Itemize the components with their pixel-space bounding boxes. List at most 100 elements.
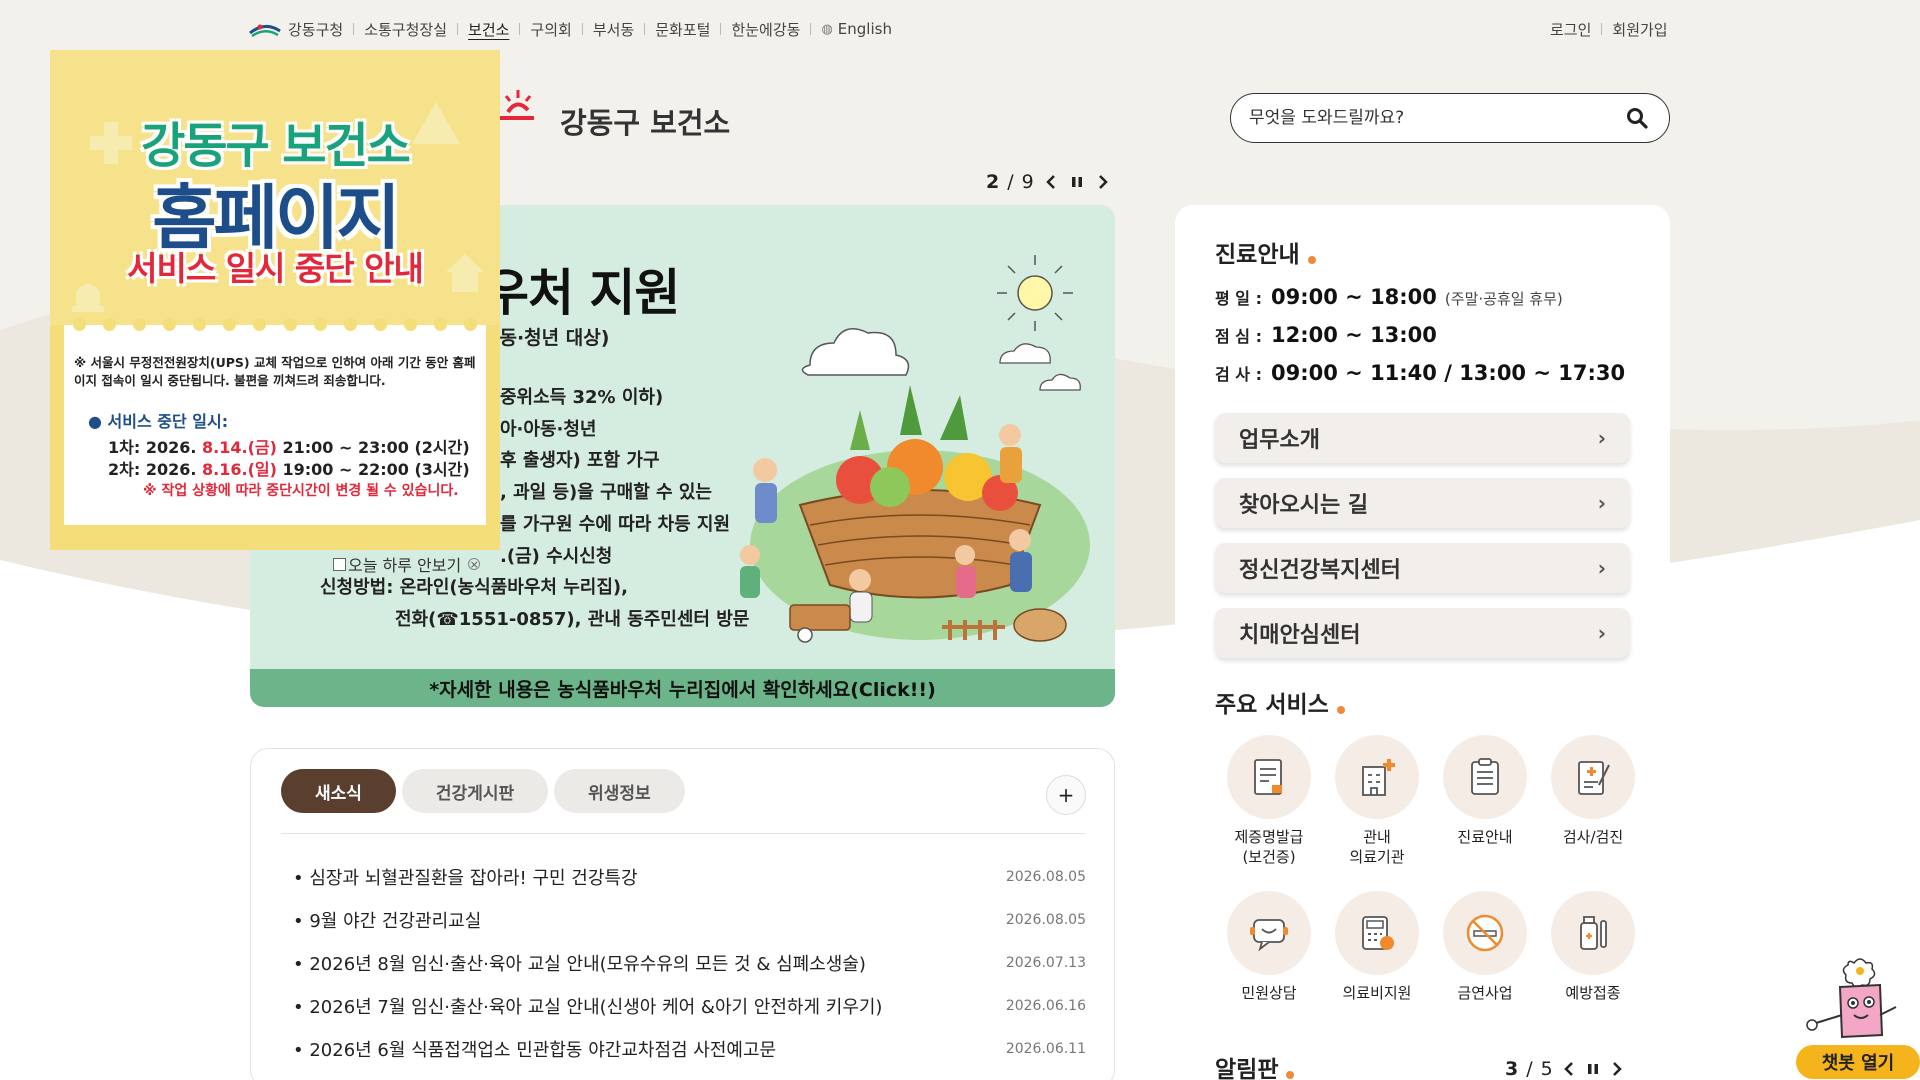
chatbot-mascot-icon (1806, 958, 1897, 1039)
search-button[interactable] (1623, 104, 1651, 132)
tab-news[interactable]: 새소식 (281, 769, 396, 813)
link-mental-health-center[interactable]: 정신건강복지센터 › (1215, 543, 1630, 593)
gangdong-logo-icon (249, 24, 281, 38)
topnav-english[interactable]: English (838, 20, 892, 38)
service-certificate[interactable]: 제증명발급 (보건증) (1215, 735, 1323, 867)
chevron-right-icon (1612, 1062, 1622, 1076)
hours-value: 12:00 ~ 13:00 (1271, 323, 1437, 347)
health-center-logo-icon[interactable] (494, 86, 540, 122)
topnav-health-center[interactable]: 보건소 (468, 19, 509, 40)
news-list-item[interactable]: 2026년 8월 임신·출산·육아 교실 안내(모유수유의 모든 것 & 심폐소… (293, 941, 1086, 984)
service-interruption-popup[interactable]: 강동구 보건소 홈페이지 서비스 일시 중단 안내 ※ 서울시 무정전전원장치(… (50, 50, 500, 550)
news-item-title: 2026년 6월 식품접객업소 민관합동 야간교차점검 사전예고문 (293, 1036, 776, 1062)
slide-prev-button[interactable] (1042, 172, 1060, 192)
link-business-intro[interactable]: 업무소개 › (1215, 413, 1630, 463)
link-dementia-center[interactable]: 치매안심센터 › (1215, 608, 1630, 658)
clipboard-icon (1471, 758, 1499, 795)
notice-current: 3 (1505, 1058, 1519, 1080)
notice-next-button[interactable] (1609, 1062, 1625, 1076)
topnav-departments[interactable]: 부서동 (593, 19, 634, 40)
chevron-right-icon: › (1597, 621, 1606, 645)
tab-health-board[interactable]: 건강게시판 (401, 769, 549, 813)
topnav-mayor-office[interactable]: 소통구청장실 (364, 19, 447, 40)
service-label: 진료안내 (1457, 828, 1513, 846)
service-local-hospitals[interactable]: 관내 의료기관 (1323, 735, 1431, 867)
banner-line: 를 가구원 수에 따라 차등 지원 (500, 514, 731, 535)
hours-heading: 진료안내 (1215, 235, 1316, 269)
hours-row: 점 심 : 12:00 ~ 13:00 (1215, 323, 1625, 361)
notice-slider-controls: 3 / 5 (1505, 1058, 1625, 1080)
news-list-item[interactable]: 심장과 뇌혈관질환을 잡아라! 구민 건강특강 2026.08.05 (293, 855, 1086, 898)
banner-line: 전화(☎1551-0857), 관내 동주민센터 방문 (395, 609, 750, 630)
info-panel: 진료안내 평 일 : 09:00 ~ 18:00 (주말·공휴일 휴무) 점 심… (1175, 205, 1670, 1080)
popup-slot-2-date: 8.16.(일) (202, 460, 277, 479)
service-vaccination[interactable]: 예방접종 (1539, 891, 1647, 1003)
hours-label: 검 사 : (1215, 365, 1262, 384)
topnav-culture-portal[interactable]: 문화포털 (655, 19, 710, 40)
signup-link[interactable]: 회원가입 (1612, 19, 1667, 40)
topnav-separator (353, 23, 355, 35)
news-item-title: 9월 야간 건강관리교실 (293, 907, 481, 933)
close-icon[interactable]: × (468, 558, 481, 570)
popup-slot-2-time: 19:00 ~ 22:00 (3시간) (282, 460, 470, 479)
notice-total: 5 (1540, 1058, 1553, 1080)
slide-pause-button[interactable] (1068, 172, 1086, 192)
notice-pause-button[interactable] (1585, 1063, 1601, 1075)
chevron-left-icon (1563, 1062, 1573, 1076)
hospital-icon (1362, 759, 1395, 796)
news-more-button[interactable]: + (1046, 775, 1086, 815)
auth-separator (1601, 23, 1603, 35)
news-item-date: 2026.06.11 (1005, 1040, 1086, 1057)
news-item-date: 2026.06.16 (1005, 997, 1086, 1014)
news-list-item[interactable]: 2026년 6월 식품접객업소 민관합동 야간교차점검 사전예고문 2026.0… (293, 1027, 1086, 1070)
hours-label: 평 일 : (1215, 289, 1262, 308)
news-list-item[interactable]: 2026년 7월 임신·출산·육아 교실 안내(신생아 케어 &아기 안전하게 … (293, 984, 1086, 1027)
dismiss-today-checkbox[interactable] (333, 557, 346, 571)
tab-hygiene-info[interactable]: 위생정보 (554, 769, 685, 813)
banner-line: 신청방법: 온라인(농식품바우처 누리집), (320, 577, 628, 598)
popup-slot-1-time: 21:00 ~ 23:00 (2시간) (282, 438, 470, 457)
topnav-gangdong-at-glance[interactable]: 한눈에강동 (731, 19, 800, 40)
news-list-item[interactable]: 9월 야간 건강관리교실 2026.08.05 (293, 898, 1086, 941)
login-link[interactable]: 로그인 (1550, 19, 1591, 40)
site-title[interactable]: 강동구 보건소 (560, 100, 730, 142)
chatbot-button[interactable]: 챗봇 열기 (1796, 955, 1920, 1080)
popup-dismiss-today[interactable]: 오늘 하루 안보기 × (333, 552, 481, 576)
service-clinic-info[interactable]: 진료안내 (1431, 735, 1539, 867)
news-item-date: 2026.08.05 (1005, 911, 1086, 928)
service-label: 민원상담 (1241, 984, 1297, 1002)
popup-slot-1: 1차: 2026. 8.14.(금) 21:00 ~ 23:00 (2시간) (108, 434, 470, 458)
service-checkup[interactable]: 검사/검진 (1539, 735, 1647, 867)
service-icon-circle (1443, 891, 1527, 975)
slide-next-button[interactable] (1094, 172, 1112, 192)
top-utility-nav: 강동구청 소통구청장실 보건소 구의회 부서동 문화포털 한눈에강동 ◍ Eng… (248, 18, 892, 40)
hours-value: 09:00 ~ 11:40 / 13:00 ~ 17:30 (1271, 361, 1626, 385)
popup-card-perforation (64, 318, 486, 332)
link-directions[interactable]: 찾아오시는 길 › (1215, 478, 1630, 528)
chevron-right-icon: › (1597, 426, 1606, 450)
service-label: 금연사업 (1457, 984, 1513, 1002)
popup-notice-text: ※ 서울시 무정전전원장치(UPS) 교체 작업으로 인하여 아래 기간 동안 … (74, 355, 476, 388)
topnav-separator (720, 23, 722, 35)
service-no-smoking[interactable]: 금연사업 (1431, 891, 1539, 1003)
news-list: 심장과 뇌혈관질환을 잡아라! 구민 건강특강 2026.08.05 9월 야간… (293, 855, 1086, 1070)
topnav-council[interactable]: 구의회 (530, 19, 571, 40)
service-label: 의료비지원 (1342, 984, 1412, 1002)
hours-label: 점 심 : (1215, 327, 1262, 346)
popup-slot-1-date: 8.14.(금) (202, 438, 277, 457)
banner-footer-link[interactable]: *자세한 내용은 농식품바우처 누리집에서 확인하세요(Click!!) (250, 669, 1115, 707)
service-label: 관내 의료기관 (1349, 828, 1405, 866)
chatbot-label: 챗봇 열기 (1796, 1045, 1920, 1079)
service-medical-support[interactable]: 의료비지원 (1323, 891, 1431, 1003)
notice-prev-button[interactable] (1561, 1062, 1577, 1076)
search-input[interactable] (1249, 108, 1623, 128)
vegetable-basket-illustration (740, 255, 1090, 643)
search-bar (1230, 93, 1670, 143)
topnav-gangdong-gu[interactable]: 강동구청 (288, 19, 343, 40)
service-icon-circle (1443, 735, 1527, 819)
certificate-icon (1254, 759, 1282, 795)
no-smoking-icon (1466, 914, 1504, 952)
banner-line: , 과일 등)을 구매할 수 있는 (500, 482, 712, 503)
service-consultation[interactable]: 민원상담 (1215, 891, 1323, 1003)
vaccine-icon (1580, 916, 1607, 950)
